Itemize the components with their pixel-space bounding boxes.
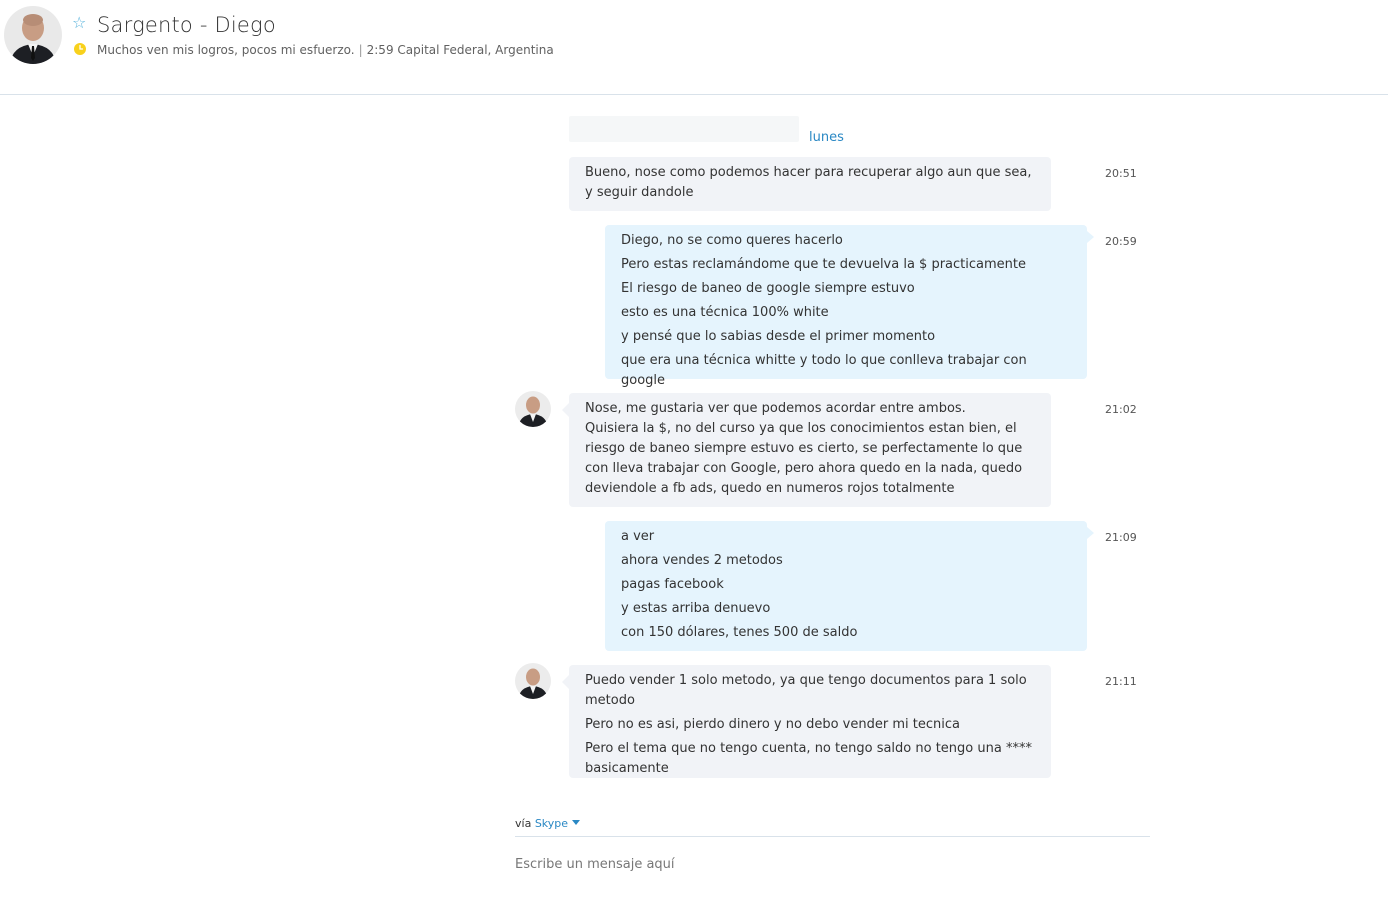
message-bubble-incoming[interactable]: Puedo vender 1 solo metodo, ya que tengo…	[562, 665, 1051, 778]
message-timestamp: 20:51	[1105, 167, 1137, 180]
sender-avatar[interactable]	[515, 391, 551, 427]
sender-avatar[interactable]	[515, 663, 551, 699]
message-timestamp: 20:59	[1105, 235, 1137, 248]
mood-text: Muchos ven mis logros, pocos mi esfuerzo…	[97, 43, 355, 57]
message-bubble-incoming[interactable]: Bueno, nose como podemos hacer para recu…	[569, 157, 1051, 211]
day-divider-pill	[569, 116, 799, 142]
message-bubble-outgoing[interactable]: a ver ahora vendes 2 metodos pagas faceb…	[605, 521, 1094, 651]
message-timestamp: 21:11	[1105, 675, 1137, 688]
message-text: que era una técnica whitte y todo lo que…	[621, 353, 1027, 388]
message-text: con 150 dólares, tenes 500 de saldo	[621, 625, 858, 640]
message-text: Pero estas reclamándome que te devuelva …	[621, 257, 1026, 272]
message-text: Pero el tema que no tengo cuenta, no ten…	[585, 741, 1032, 776]
conversation-header: ☆ Sargento - Diego Muchos ven mis logros…	[0, 0, 1388, 95]
message-text: Quisiera la $, no del curso ya que los c…	[585, 421, 1023, 496]
message-bubble-outgoing[interactable]: Diego, no se como queres hacerlo Pero es…	[605, 225, 1094, 388]
favorite-star-icon[interactable]: ☆	[72, 15, 88, 31]
message-timestamp: 21:09	[1105, 531, 1137, 544]
message-compose-input[interactable]	[515, 852, 1150, 876]
message-text: y estas arriba denuevo	[621, 601, 771, 616]
message-text: y pensé que lo sabias desde el primer mo…	[621, 329, 936, 344]
message-text: esto es una técnica 100% white	[621, 305, 829, 320]
mood-message: Muchos ven mis logros, pocos mi esfuerzo…	[97, 43, 554, 57]
separator: |	[358, 43, 363, 57]
message-text: Nose, me gustaria ver que podemos acorda…	[585, 401, 966, 416]
message-bubble-incoming[interactable]: Nose, me gustaria ver que podemos acorda…	[562, 393, 1051, 507]
dropdown-caret-icon[interactable]	[572, 820, 581, 825]
message-timestamp: 21:02	[1105, 403, 1137, 416]
contact-avatar[interactable]	[4, 6, 62, 64]
service-link[interactable]: Skype	[535, 817, 568, 830]
via-service-selector[interactable]: vía Skype	[515, 817, 581, 830]
day-label: lunes	[809, 130, 844, 145]
contact-name[interactable]: Sargento - Diego	[97, 13, 276, 37]
message-text: a ver	[621, 529, 655, 544]
message-text: El riesgo de baneo de google siempre est…	[621, 281, 915, 296]
away-clock-icon	[74, 43, 86, 55]
message-text: Pero no es asi, pierdo dinero y no debo …	[585, 717, 960, 732]
message-text: Bueno, nose como podemos hacer para recu…	[585, 165, 1032, 200]
message-text: Puedo vender 1 solo metodo, ya que tengo…	[585, 673, 1027, 708]
message-text: pagas facebook	[621, 577, 724, 592]
local-time-location: 2:59 Capital Federal, Argentina	[366, 43, 554, 57]
via-prefix: vía	[515, 817, 532, 830]
compose-divider	[515, 836, 1150, 837]
message-text: Diego, no se como queres hacerlo	[621, 233, 843, 248]
message-text: ahora vendes 2 metodos	[621, 553, 783, 568]
